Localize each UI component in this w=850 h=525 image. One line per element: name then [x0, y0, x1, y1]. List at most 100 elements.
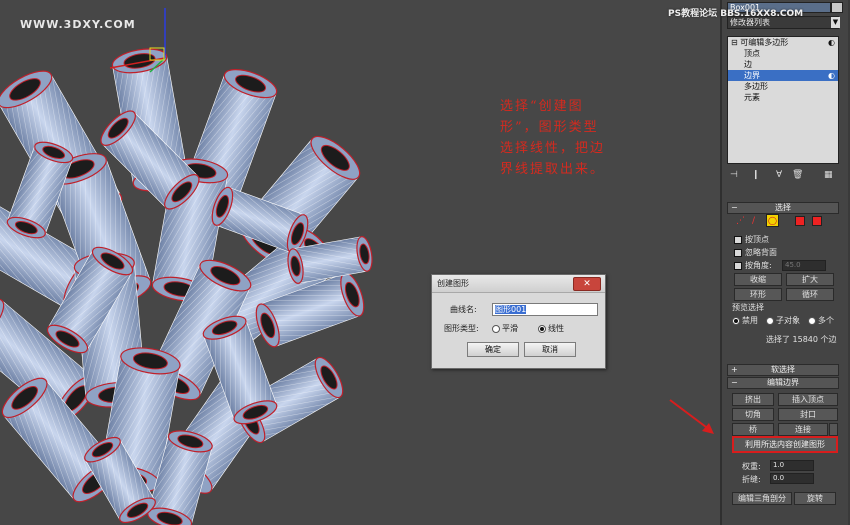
weight-label: 权重: — [742, 462, 761, 471]
object-color-swatch[interactable] — [831, 2, 843, 13]
show-end-result-icon[interactable]: ❙ — [752, 170, 760, 180]
stack-item-polygon[interactable]: 多边形 — [728, 81, 838, 92]
by-vertex-checkbox[interactable]: 按顶点 — [734, 234, 769, 245]
radio-smooth-indicator[interactable] — [492, 324, 500, 333]
stack-item-edge[interactable]: 边 — [728, 59, 838, 70]
curve-name-input[interactable]: 图形001 — [492, 303, 598, 316]
preview-multi-label: 多个 — [818, 316, 834, 325]
stack-root-label: 可编辑多边形 — [740, 38, 789, 47]
radio-smooth-label: 平滑 — [502, 324, 518, 333]
viewport[interactable]: WWW.3DXY.COM 选择“创建图形”，图形类型选择线性，把边界线提取出来。… — [0, 0, 720, 525]
chevron-down-icon[interactable]: ▼ — [831, 17, 840, 28]
insert-vertex-button[interactable]: 插入顶点 — [778, 393, 838, 406]
ok-button[interactable]: 确定 — [467, 342, 519, 357]
curve-name-value: 图形001 — [495, 305, 527, 314]
edge-mode-icon[interactable]: ∕ — [752, 216, 760, 226]
radio-indicator[interactable] — [766, 316, 774, 325]
make-unique-icon[interactable]: ∀ — [776, 170, 782, 180]
pin-stack-icon[interactable]: ⊣ — [730, 170, 738, 180]
radio-indicator[interactable] — [808, 316, 816, 325]
stack-item-editable-poly[interactable]: ⊟ 可编辑多边形 ◐ — [728, 37, 838, 48]
preview-disabled-label: 禁用 — [742, 316, 758, 325]
ring-button[interactable]: 环形 — [734, 288, 782, 301]
red-arrow-icon — [669, 399, 714, 434]
weight-spinner[interactable]: 1.0 — [770, 460, 814, 471]
radio-linear-indicator[interactable] — [538, 324, 546, 333]
stack-item-label: 边 — [744, 60, 752, 69]
dialog-titlebar[interactable]: 创建图形 ✕ — [432, 275, 605, 293]
by-angle-box[interactable] — [734, 261, 742, 270]
stack-item-label: 多边形 — [744, 82, 768, 91]
stack-item-label: 顶点 — [744, 49, 760, 58]
border-icon: ◐ — [828, 71, 835, 80]
shrink-button[interactable]: 收缩 — [734, 273, 782, 286]
selection-header-label: 选择 — [775, 203, 791, 212]
stack-item-vertex[interactable]: 顶点 — [728, 48, 838, 59]
shape-type-label: 图形类型: — [444, 324, 479, 333]
bridge-button[interactable]: 桥 — [732, 423, 774, 436]
configure-sets-icon[interactable]: ▦ — [824, 170, 833, 180]
soft-selection-rollout-header[interactable]: + 软选择 — [727, 364, 839, 376]
stack-item-border[interactable]: 边界 ◐ — [728, 70, 838, 81]
edit-borders-label: 编辑边界 — [767, 378, 799, 387]
preview-subobject-radio[interactable]: 子对象 — [766, 315, 800, 326]
angle-spinner[interactable]: 45.0 — [782, 260, 826, 271]
element-mode-icon[interactable] — [812, 216, 822, 226]
radio-smooth[interactable]: 平滑 — [492, 323, 518, 334]
stack-item-label: 元素 — [744, 93, 760, 102]
extrude-button[interactable]: 挤出 — [732, 393, 774, 406]
watermark-left: WWW.3DXY.COM — [20, 18, 136, 31]
preview-multi-radio[interactable]: 多个 — [808, 315, 834, 326]
modifier-list-label: 修改器列表 — [730, 18, 770, 27]
crease-spinner[interactable]: 0.0 — [770, 473, 814, 484]
loop-button[interactable]: 循环 — [786, 288, 834, 301]
ignore-backfacing-label: 忽略背面 — [745, 248, 777, 257]
edit-triangulation-button[interactable]: 编辑三角剖分 — [732, 492, 792, 505]
by-vertex-label: 按顶点 — [745, 235, 769, 244]
mesh-object — [0, 8, 373, 525]
radio-indicator[interactable] — [732, 316, 740, 325]
modifier-stack: ⊟ 可编辑多边形 ◐ 顶点 边 边界 ◐ 多边形 元素 — [727, 36, 839, 164]
remove-modifier-icon[interactable]: 🗑 — [792, 170, 803, 180]
selection-status: 选择了 15840 个边 — [766, 335, 837, 344]
create-shape-from-selection-button[interactable]: 利用所选内容创建图形 — [732, 436, 838, 453]
preview-selection-label: 预览选择 — [732, 303, 764, 312]
connect-settings-button[interactable] — [829, 423, 838, 436]
watermark-right: PS教程论坛 BBS.16XX8.COM — [668, 9, 804, 19]
command-panel: Box001 修改器列表 ▼ ⊟ 可编辑多边形 ◐ 顶点 边 边界 ◐ 多边形 元素 … — [720, 0, 850, 525]
turn-button[interactable]: 旋转 — [794, 492, 836, 505]
radio-linear-label: 线性 — [548, 324, 564, 333]
ignore-backfacing-checkbox[interactable]: 忽略背面 — [734, 247, 777, 258]
border-mode-icon[interactable]: ◯ — [766, 214, 779, 227]
selection-rollout-header[interactable]: − 选择 — [727, 202, 839, 214]
ignore-backfacing-box[interactable] — [734, 248, 742, 257]
by-angle-checkbox[interactable]: 按角度: — [734, 260, 772, 271]
radio-linear[interactable]: 线性 — [538, 323, 564, 334]
create-shape-dialog: 创建图形 ✕ 曲线名: 图形001 图形类型: 平滑 线性 确定 取消 — [431, 274, 606, 369]
stack-item-element[interactable]: 元素 — [728, 92, 838, 103]
expand-icon: + — [731, 365, 738, 374]
preview-disabled-radio[interactable]: 禁用 — [732, 315, 758, 326]
by-angle-label: 按角度: — [745, 261, 772, 270]
close-icon[interactable]: ✕ — [573, 277, 601, 291]
curve-name-label: 曲线名: — [450, 305, 477, 314]
vertex-mode-icon[interactable]: ⋰ — [736, 216, 745, 226]
by-vertex-box[interactable] — [734, 235, 742, 244]
cancel-button[interactable]: 取消 — [524, 342, 576, 357]
polygon-mode-icon[interactable] — [795, 216, 805, 226]
dialog-title: 创建图形 — [437, 279, 469, 288]
light-bulb-icon[interactable]: ◐ — [828, 37, 835, 48]
grow-button[interactable]: 扩大 — [786, 273, 834, 286]
cap-button[interactable]: 封口 — [778, 408, 838, 421]
chamfer-button[interactable]: 切角 — [732, 408, 774, 421]
tutorial-annotation: 选择“创建图形”，图形类型选择线性，把边界线提取出来。 — [500, 99, 606, 177]
edit-borders-rollout-header[interactable]: − 编辑边界 — [727, 377, 839, 389]
collapse-icon: − — [731, 203, 738, 212]
soft-selection-label: 软选择 — [771, 365, 795, 374]
collapse-icon: − — [731, 378, 738, 387]
crease-label: 折缝: — [742, 475, 761, 484]
stack-toolbar: ⊣ ❙ ∀ 🗑 ▦ — [730, 170, 842, 182]
stack-item-label: 边界 — [744, 71, 760, 80]
preview-subobject-label: 子对象 — [776, 316, 800, 325]
connect-button[interactable]: 连接 — [778, 423, 828, 436]
